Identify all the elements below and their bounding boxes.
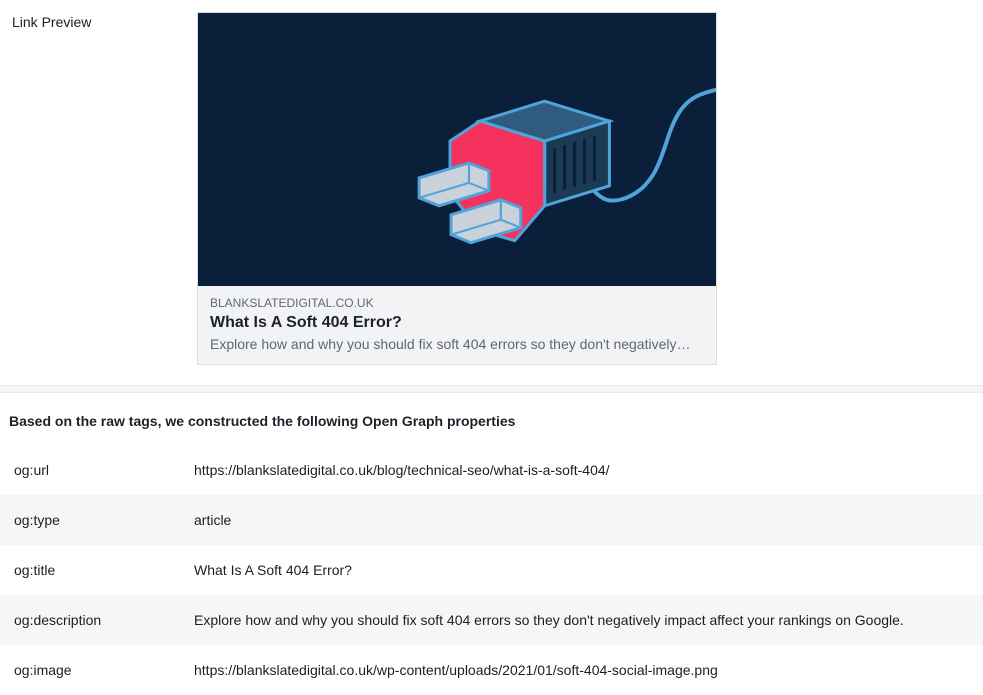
- table-row: og:title What Is A Soft 404 Error?: [0, 545, 983, 595]
- og-property-key: og:type: [14, 512, 194, 528]
- og-property-value: What Is A Soft 404 Error?: [194, 562, 969, 578]
- link-preview-card: BLANKSLATEDIGITAL.CO.UK What Is A Soft 4…: [197, 12, 717, 365]
- og-property-key: og:url: [14, 462, 194, 478]
- link-preview-label: Link Preview: [12, 12, 197, 30]
- open-graph-section: Based on the raw tags, we constructed th…: [0, 393, 983, 695]
- og-property-value: https://blankslatedigital.co.uk/wp-conte…: [194, 662, 969, 678]
- section-divider: [0, 385, 983, 393]
- table-row: og:image https://blankslatedigital.co.uk…: [0, 645, 983, 695]
- table-row: og:url https://blankslatedigital.co.uk/b…: [0, 445, 983, 495]
- og-property-value: https://blankslatedigital.co.uk/blog/tec…: [194, 462, 969, 478]
- og-property-value: article: [194, 512, 969, 528]
- og-property-key: og:title: [14, 562, 194, 578]
- link-preview-domain: BLANKSLATEDIGITAL.CO.UK: [210, 296, 704, 310]
- link-preview-section: Link Preview: [0, 0, 983, 385]
- table-row: og:description Explore how and why you s…: [0, 595, 983, 645]
- open-graph-table: og:url https://blankslatedigital.co.uk/b…: [0, 445, 983, 695]
- open-graph-heading: Based on the raw tags, we constructed th…: [0, 413, 983, 445]
- link-preview-description: Explore how and why you should fix soft …: [210, 336, 704, 352]
- link-preview-title: What Is A Soft 404 Error?: [210, 314, 704, 332]
- og-property-value: Explore how and why you should fix soft …: [194, 612, 969, 628]
- unplugged-cable-icon: [198, 13, 716, 286]
- link-preview-meta: BLANKSLATEDIGITAL.CO.UK What Is A Soft 4…: [198, 286, 716, 364]
- og-property-key: og:image: [14, 662, 194, 678]
- og-property-key: og:description: [14, 612, 194, 628]
- link-preview-image: [198, 13, 716, 286]
- table-row: og:type article: [0, 495, 983, 545]
